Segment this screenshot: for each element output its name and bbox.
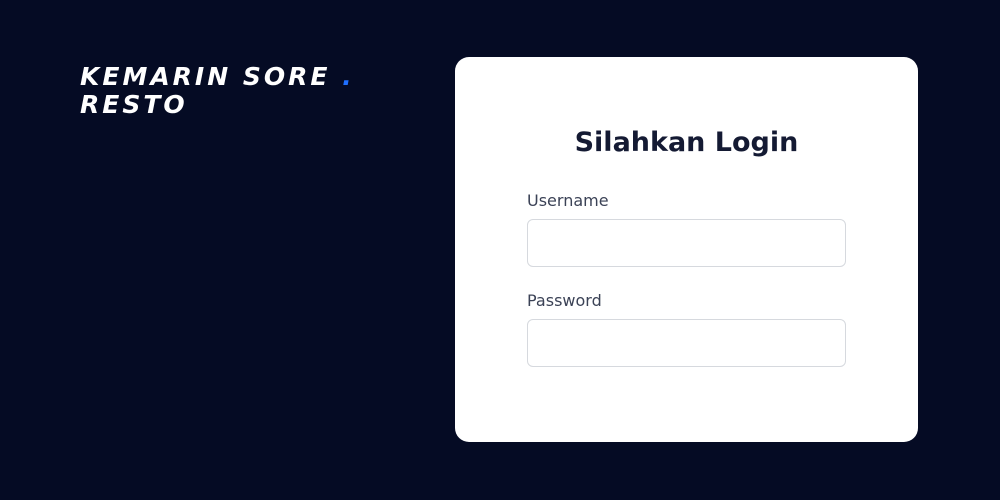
- brand-logo: KEMARIN SORE . RESTO: [80, 63, 355, 119]
- brand-name: KEMARIN SORE: [80, 62, 331, 91]
- brand-line-1: KEMARIN SORE .: [80, 63, 355, 91]
- password-input[interactable]: [527, 319, 846, 367]
- username-label: Username: [527, 191, 609, 210]
- username-input[interactable]: [527, 219, 846, 267]
- brand-line-2: RESTO: [80, 90, 188, 119]
- login-card: Silahkan Login Username Password: [455, 57, 918, 442]
- password-label: Password: [527, 291, 602, 310]
- login-title: Silahkan Login: [574, 127, 799, 158]
- brand-dot: .: [342, 62, 355, 91]
